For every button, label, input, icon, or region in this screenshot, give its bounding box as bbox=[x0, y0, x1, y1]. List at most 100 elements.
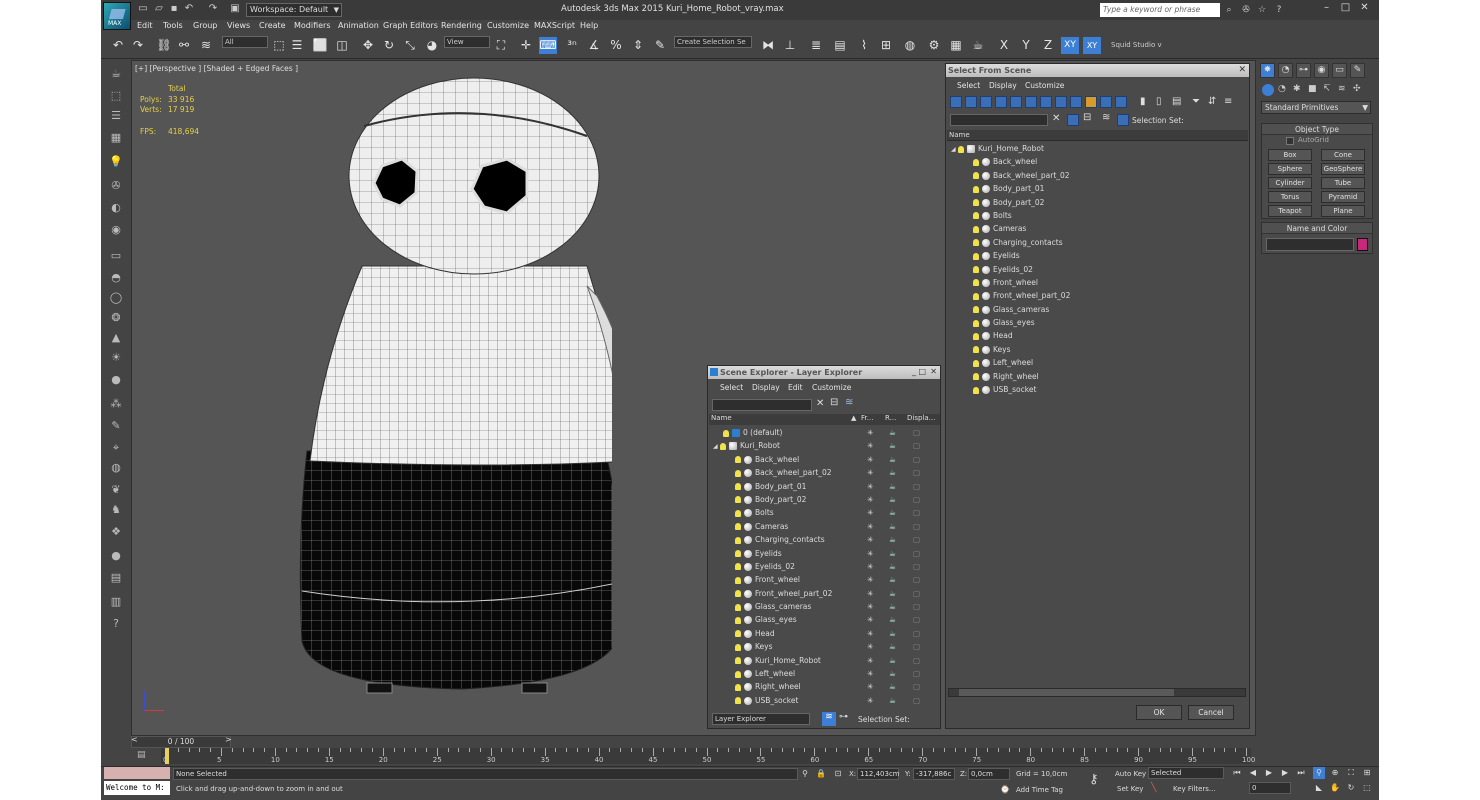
app-logo-icon[interactable]: MAX bbox=[103, 2, 131, 30]
mirror-icon[interactable]: ⧓ bbox=[759, 37, 777, 54]
dome-icon[interactable]: ◓ bbox=[108, 270, 124, 286]
freeze-icon[interactable]: ✳ bbox=[867, 480, 873, 493]
visibility-bulb-icon[interactable] bbox=[973, 252, 979, 260]
absolute-mode-icon[interactable]: ⊡ bbox=[832, 768, 844, 780]
sphere-icon[interactable]: ● bbox=[108, 372, 124, 388]
se-layers-icon[interactable]: ≋ bbox=[845, 397, 853, 408]
minimize-icon[interactable]: – bbox=[1317, 0, 1336, 16]
display-box-icon[interactable]: ▢ bbox=[913, 573, 920, 586]
se-minimize-icon[interactable]: _ bbox=[912, 367, 916, 376]
save-file-icon[interactable]: ▪ bbox=[168, 3, 180, 15]
visibility-bulb-icon[interactable] bbox=[973, 185, 979, 193]
play-icon[interactable]: ▶ bbox=[1263, 767, 1275, 779]
undo-quick-icon[interactable]: ↶ bbox=[183, 3, 195, 15]
se-tree-item[interactable]: Charging_contacts ✳ ☕ ▢ bbox=[709, 533, 940, 546]
visibility-bulb-icon[interactable] bbox=[973, 346, 979, 354]
display-box-icon[interactable]: ▢ bbox=[913, 613, 920, 626]
utilities-tab-icon[interactable]: ✎ bbox=[1350, 63, 1365, 78]
plane-button[interactable]: Plane bbox=[1321, 205, 1365, 217]
curve-editor-icon[interactable]: ⌇ bbox=[855, 37, 873, 54]
menu-create[interactable]: Create bbox=[259, 21, 286, 30]
visibility-bulb-icon[interactable] bbox=[735, 643, 741, 651]
visibility-bulb-icon[interactable] bbox=[735, 563, 741, 571]
angle-snap-icon[interactable]: ∡ bbox=[585, 37, 603, 54]
visibility-bulb-icon[interactable] bbox=[973, 279, 979, 287]
axis-xy-cycle-button[interactable]: XY bbox=[1083, 37, 1101, 54]
maxscript-mini-listener[interactable]: Welcome to M: bbox=[104, 781, 170, 795]
display-box-icon[interactable]: ▢ bbox=[913, 667, 920, 680]
menu-rendering[interactable]: Rendering bbox=[441, 21, 482, 30]
find-case-icon[interactable] bbox=[1067, 114, 1079, 126]
current-time-marker[interactable] bbox=[165, 748, 169, 764]
graphite-ribbon-icon[interactable]: ▤ bbox=[831, 37, 849, 54]
filter-funnel-icon[interactable]: ⏷ bbox=[1192, 96, 1200, 107]
sun-icon[interactable]: ☀ bbox=[108, 350, 124, 366]
render-teapot-icon[interactable]: ☕ bbox=[889, 480, 896, 493]
set-key-icon[interactable]: ⚷ bbox=[1089, 772, 1099, 787]
clear-search-icon[interactable]: ✕ bbox=[1052, 113, 1060, 124]
sfs-tree-item[interactable]: Back_wheel_part_02 bbox=[947, 169, 1248, 182]
rendered-frame-window-icon[interactable]: ▦ bbox=[947, 37, 965, 54]
freeze-icon[interactable]: ✳ bbox=[867, 640, 873, 653]
visibility-bulb-icon[interactable] bbox=[973, 319, 979, 327]
keyboard-shortcut-override-icon[interactable]: ⌨ bbox=[539, 37, 557, 54]
render-teapot-icon[interactable]: ☕ bbox=[889, 560, 896, 573]
align-icon[interactable]: ⊥ bbox=[781, 37, 799, 54]
walk-icon[interactable]: ♞ bbox=[108, 502, 124, 518]
se-tree-item[interactable]: Front_wheel ✳ ☕ ▢ bbox=[709, 573, 940, 586]
options-icon[interactable]: ≡ bbox=[1224, 96, 1232, 107]
display-box-icon[interactable]: ▢ bbox=[913, 480, 920, 493]
selection-lock-icon[interactable]: 🔒 bbox=[815, 768, 827, 780]
visibility-bulb-icon[interactable] bbox=[973, 266, 979, 274]
freeze-icon[interactable]: ✳ bbox=[867, 587, 873, 600]
sfs-tree-item[interactable]: Glass_cameras bbox=[947, 303, 1248, 316]
se-title[interactable]: Scene Explorer - Layer Explorer bbox=[708, 366, 940, 379]
display-box-icon[interactable]: ▢ bbox=[913, 560, 920, 573]
render-teapot-icon[interactable]: ☕ bbox=[889, 654, 896, 667]
project-folder-icon[interactable]: ▣ bbox=[229, 3, 241, 15]
orbit-icon[interactable]: ↻ bbox=[1345, 782, 1357, 794]
visibility-bulb-icon[interactable] bbox=[735, 483, 741, 491]
visibility-bulb-icon[interactable] bbox=[735, 697, 741, 705]
y-coordinate-field[interactable]: -317,886c bbox=[913, 768, 955, 780]
se-menu-select[interactable]: Select bbox=[720, 383, 743, 392]
helpers-icon[interactable]: ↸ bbox=[1323, 84, 1331, 94]
filter-spacewarps-icon[interactable] bbox=[1025, 96, 1037, 108]
freeze-icon[interactable]: ✳ bbox=[867, 654, 873, 667]
sfs-menu-select[interactable]: Select bbox=[957, 81, 980, 90]
render-teapot-icon[interactable]: ☕ bbox=[889, 667, 896, 680]
visibility-bulb-icon[interactable] bbox=[735, 496, 741, 504]
visibility-bulb-icon[interactable] bbox=[735, 509, 741, 517]
visibility-bulb-icon[interactable] bbox=[735, 590, 741, 598]
visibility-bulb-icon[interactable] bbox=[735, 456, 741, 464]
menu-graph-editors[interactable]: Graph Editors bbox=[383, 21, 438, 30]
freeze-icon[interactable]: ✳ bbox=[867, 694, 873, 707]
cone-icon[interactable]: ▲ bbox=[108, 330, 124, 346]
sfs-tree-item[interactable]: Eyelids_02 bbox=[947, 263, 1248, 276]
create-tab-icon[interactable]: ✸ bbox=[1260, 63, 1275, 78]
current-frame-field[interactable]: 0 bbox=[1249, 782, 1291, 794]
zoom-icon[interactable]: ⚲ bbox=[1313, 767, 1325, 779]
menu-help[interactable]: Help bbox=[580, 21, 598, 30]
freeze-icon[interactable]: ✳ bbox=[867, 547, 873, 560]
menu-maxscript[interactable]: MAXScript bbox=[534, 21, 575, 30]
set-key-button[interactable]: Set Key bbox=[1117, 785, 1143, 793]
object-name-input[interactable] bbox=[1266, 238, 1354, 251]
render-teapot-icon[interactable]: ☕ bbox=[889, 573, 896, 586]
freeze-icon[interactable]: ✳ bbox=[867, 493, 873, 506]
menu-animation[interactable]: Animation bbox=[338, 21, 379, 30]
se-tree-item[interactable]: Body_part_01 ✳ ☕ ▢ bbox=[709, 480, 940, 493]
grid-icon[interactable]: ▦ bbox=[108, 130, 124, 146]
new-file-icon[interactable]: ▭ bbox=[137, 3, 149, 15]
sfs-menu-display[interactable]: Display bbox=[989, 81, 1017, 90]
display-box-icon[interactable]: ▢ bbox=[913, 520, 920, 533]
time-slider-prev-icon[interactable]: < bbox=[131, 735, 138, 744]
cylinder-button[interactable]: Cylinder bbox=[1268, 177, 1312, 189]
light-icon[interactable]: 💡 bbox=[108, 154, 124, 170]
previous-frame-icon[interactable]: ◀ bbox=[1247, 767, 1259, 779]
brush-icon[interactable]: ✎ bbox=[108, 418, 124, 434]
isolate-selection-icon[interactable]: ⚲ bbox=[799, 768, 811, 780]
se-tree-item[interactable]: Back_wheel ✳ ☕ ▢ bbox=[709, 453, 940, 466]
menu-group[interactable]: Group bbox=[193, 21, 217, 30]
time-slider-next-icon[interactable]: > bbox=[225, 735, 232, 744]
